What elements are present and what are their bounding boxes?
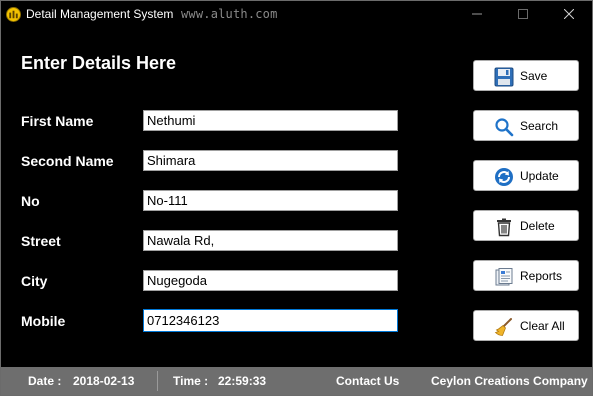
reports-label: Reports [520,269,563,283]
mobile-label: Mobile [21,313,66,329]
broom-icon [494,318,512,336]
magnifier-icon [495,118,514,137]
second-name-field[interactable] [143,150,398,171]
maximize-icon [518,9,528,19]
contact-us-link[interactable]: Contact Us [336,374,399,388]
city-label: City [21,273,48,289]
street-label: Street [21,233,61,249]
date-value: 2018-02-13 [73,374,135,388]
floppy-disk-icon [494,67,514,87]
clear-all-label: Clear All [520,319,565,333]
reports-button[interactable]: Reports [473,260,579,291]
minimize-icon [472,13,482,15]
street-field[interactable] [143,230,398,251]
maximize-button[interactable] [500,1,546,27]
close-button[interactable] [546,1,592,27]
search-label: Search [520,119,559,133]
delete-button[interactable]: Delete [473,210,579,241]
status-bar: Date : 2018-02-13 Time : 22:59:33 Contac… [1,367,592,395]
app-icon [6,7,21,22]
second-name-label: Second Name [21,153,114,169]
save-label: Save [520,69,548,83]
form-heading: Enter Details Here [21,53,177,73]
title-bar[interactable]: Detail Management System www.aluth.com [1,1,592,27]
report-icon [495,268,513,286]
app-window: Detail Management System www.aluth.com E… [0,0,593,396]
first-name-field[interactable] [143,110,398,131]
first-name-label: First Name [21,113,94,129]
status-divider [157,371,158,391]
delete-label: Delete [520,219,555,233]
search-button[interactable]: Search [473,110,579,141]
window-title: Detail Management System [26,7,174,21]
save-button[interactable]: Save [473,60,579,91]
city-field[interactable] [143,270,398,291]
no-field[interactable] [143,190,398,211]
close-icon [564,9,574,19]
mobile-field[interactable] [143,309,398,332]
date-label: Date : [28,374,62,388]
clear-all-button[interactable]: Clear All [473,310,579,341]
minimize-button[interactable] [454,1,500,27]
trash-icon [497,218,511,237]
time-label: Time : [173,374,209,388]
company-name: Ceylon Creations Company [431,374,588,388]
time-value: 22:59:33 [218,374,267,388]
watermark-text: www.aluth.com [181,7,278,21]
no-label: No [21,193,40,209]
update-button[interactable]: Update [473,160,579,191]
refresh-icon [495,168,513,186]
update-label: Update [520,169,559,183]
